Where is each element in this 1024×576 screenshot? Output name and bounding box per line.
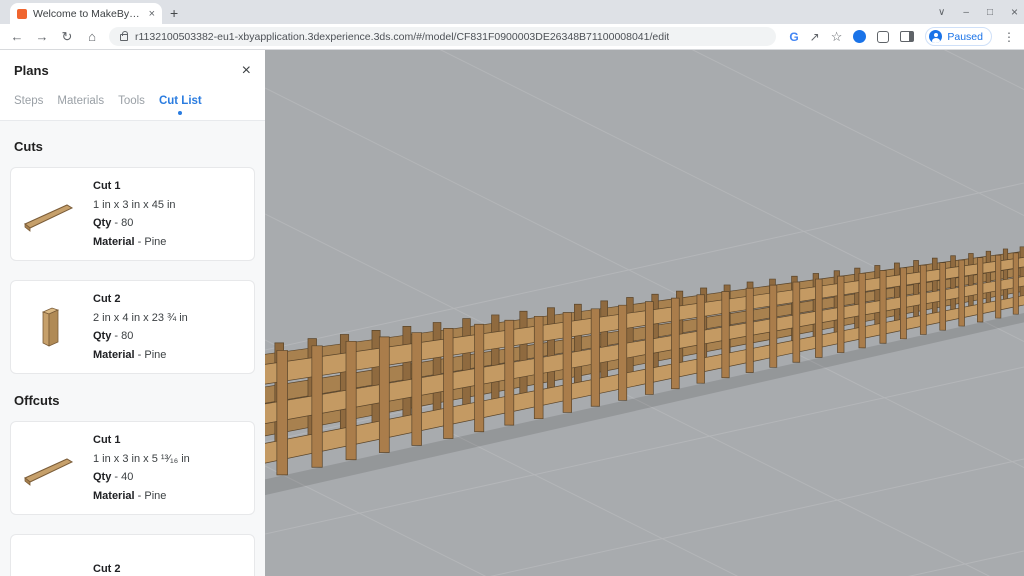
tab-search-chevron-icon[interactable]: ∨ [938, 7, 945, 18]
maximize-button[interactable]: □ [987, 7, 993, 18]
material-label: Material [93, 349, 135, 361]
qty-label: Qty [93, 471, 111, 483]
cut-name: Cut 2 [93, 290, 188, 309]
paused-label: Paused [947, 31, 983, 43]
cut-material: Material - Pine [93, 233, 176, 252]
tab-materials[interactable]: Materials [57, 95, 104, 107]
cut-1-thumbnail [21, 193, 81, 235]
tab-tools[interactable]: Tools [118, 95, 145, 107]
cut-card-2[interactable]: Cut 2 2 in x 4 in x 23 ¾ in Qty - 80 Mat… [10, 280, 255, 374]
profile-avatar [929, 30, 942, 43]
cut-qty: Qty - 80 [93, 214, 176, 233]
tab-close-icon[interactable]: × [149, 8, 155, 20]
cut-dimensions: 1 in x 3 in x 45 in [93, 196, 176, 215]
material-value: - Pine [138, 349, 167, 361]
cut-name: Cut 1 [93, 431, 190, 450]
extension-circle-icon[interactable] [853, 30, 866, 43]
profile-paused-badge[interactable]: Paused [925, 27, 992, 46]
bookmark-star-icon[interactable]: ☆ [831, 29, 843, 45]
material-value: - Pine [138, 490, 167, 502]
cut-material: Material - Pine [93, 487, 190, 506]
section-title-cuts: Cuts [14, 139, 251, 154]
cut-dimensions: 1 in x 3 in x 5 ¹³⁄₁₆ in [93, 450, 190, 469]
forward-icon[interactable]: → [34, 29, 50, 44]
home-icon[interactable]: ⌂ [84, 29, 100, 44]
browser-tab[interactable]: Welcome to MakeByMe × [10, 3, 162, 24]
browser-menu-icon[interactable]: ⋮ [1003, 30, 1015, 44]
offcut-1-thumbnail [21, 447, 81, 489]
google-icon[interactable]: G [789, 30, 798, 44]
panel-title: Plans [14, 63, 49, 78]
close-window-button[interactable]: × [1011, 5, 1018, 19]
makebyme-favicon [17, 9, 27, 19]
cut-qty: Qty - 40 [93, 468, 190, 487]
offcut-2-thumbnail [21, 558, 81, 576]
cut-dimensions: 2 in x 4 in x 23 ¾ in [93, 309, 188, 328]
qty-value: - 80 [114, 330, 133, 342]
browser-toolbar: ← → ↻ ⌂ r1132100503382-eu1-xbyapplicatio… [0, 24, 1024, 50]
offcut-card-1[interactable]: Cut 1 1 in x 3 in x 5 ¹³⁄₁₆ in Qty - 40 … [10, 421, 255, 515]
extensions-puzzle-icon[interactable] [877, 31, 889, 43]
url-text[interactable]: r1132100503382-eu1-xbyapplication.3dexpe… [135, 31, 669, 43]
panel-close-icon[interactable]: × [242, 64, 251, 78]
3d-viewport[interactable] [265, 50, 1024, 576]
panel-tabs: Steps Materials Tools Cut List [14, 95, 251, 120]
qty-label: Qty [93, 217, 111, 229]
qty-value: - 40 [114, 471, 133, 483]
cut-2-thumbnail [21, 303, 81, 351]
tab-steps[interactable]: Steps [14, 95, 43, 107]
material-label: Material [93, 490, 135, 502]
reload-icon[interactable]: ↻ [59, 29, 75, 45]
cut-name: Cut 1 [93, 177, 176, 196]
side-panel-icon[interactable] [900, 31, 914, 42]
tab-cut-list[interactable]: Cut List [159, 95, 202, 107]
qty-label: Qty [93, 330, 111, 342]
material-label: Material [93, 236, 135, 248]
cut-material: Material - Pine [93, 346, 188, 365]
cut-name: Cut 2 [93, 560, 173, 576]
tab-title: Welcome to MakeByMe [33, 8, 143, 20]
fence-3d-scene[interactable] [265, 50, 1024, 576]
material-value: - Pine [138, 236, 167, 248]
site-info-lock-icon[interactable] [120, 34, 128, 41]
offcut-card-2[interactable]: Cut 2 2 in x 4 in x ¾ in [10, 534, 255, 576]
address-bar[interactable]: r1132100503382-eu1-xbyapplication.3dexpe… [109, 27, 776, 46]
share-icon[interactable]: ↗ [810, 30, 820, 44]
plans-panel: Plans × Steps Materials Tools Cut List C… [0, 50, 265, 576]
browser-titlebar: Welcome to MakeByMe × + ∨ – □ × [0, 0, 1024, 24]
cut-qty: Qty - 80 [93, 327, 188, 346]
minimize-button[interactable]: – [963, 7, 969, 18]
qty-value: - 80 [114, 217, 133, 229]
back-icon[interactable]: ← [9, 29, 25, 44]
section-title-offcuts: Offcuts [14, 393, 251, 408]
cut-card-1[interactable]: Cut 1 1 in x 3 in x 45 in Qty - 80 Mater… [10, 167, 255, 261]
new-tab-button[interactable]: + [170, 5, 178, 21]
